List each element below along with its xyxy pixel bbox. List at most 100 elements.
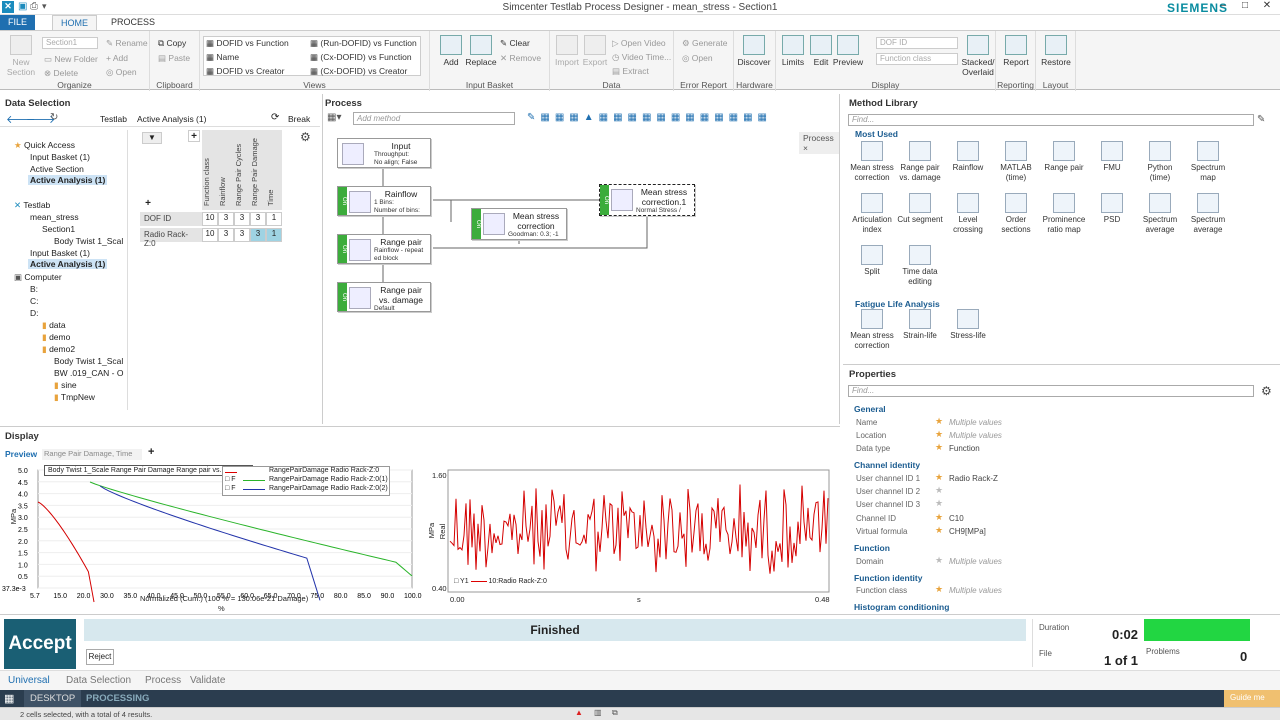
add-column-button[interactable]: +: [188, 130, 200, 142]
prop-value[interactable]: Multiple values: [949, 431, 1002, 440]
tree-item[interactable]: Active Analysis (1): [28, 259, 108, 269]
prop-value[interactable]: CH9[MPa]: [949, 527, 986, 536]
paste-button[interactable]: ▤ Paste: [158, 53, 190, 64]
method-item[interactable]: Order sections: [993, 193, 1039, 235]
rename-button[interactable]: ✎ Rename: [106, 38, 148, 49]
apps-grid-icon[interactable]: ▦: [4, 692, 14, 705]
method-item[interactable]: Split: [849, 245, 895, 277]
grid-cell[interactable]: 10: [202, 228, 218, 242]
col-header[interactable]: Time: [266, 130, 282, 210]
processing-tab[interactable]: PROCESSING: [80, 690, 155, 707]
export-button[interactable]: Export: [578, 35, 612, 67]
new-folder-button[interactable]: ▭ New Folder: [44, 54, 98, 65]
grid-cell[interactable]: 3: [218, 212, 234, 226]
col-header[interactable]: Range Pair Damage: [250, 130, 266, 210]
star-icon[interactable]: ★: [935, 525, 943, 536]
video-time-button[interactable]: ◷ Video Time...: [612, 52, 671, 63]
star-icon[interactable]: ★: [935, 472, 943, 483]
star-icon[interactable]: ★: [935, 416, 943, 427]
tree-item[interactable]: Input Basket (1): [30, 152, 90, 162]
filter-icon[interactable]: ▼: [142, 132, 162, 144]
warning-icon[interactable]: ▲: [575, 708, 583, 717]
tree-item[interactable]: sine: [61, 380, 77, 390]
basket-replace-button[interactable]: Replace: [464, 35, 498, 67]
star-icon[interactable]: ★: [935, 442, 943, 453]
accept-button[interactable]: Accept: [4, 619, 76, 669]
method-item[interactable]: Strain-life: [897, 309, 943, 341]
tree-item[interactable]: Quick Access: [24, 140, 75, 150]
add-display-button[interactable]: +: [148, 446, 154, 458]
method-item[interactable]: Mean stress correction: [849, 141, 895, 183]
view-item-run-dofid-function[interactable]: ▦ (Run-DOFID) vs Function: [310, 38, 417, 49]
section-histogram[interactable]: Histogram conditioning: [854, 602, 949, 612]
method-item[interactable]: Articulation index: [849, 193, 895, 235]
grid-cell-selected[interactable]: 1: [266, 228, 282, 242]
grid-cell[interactable]: 10: [202, 212, 218, 226]
method-item[interactable]: Spectrum average: [1137, 193, 1183, 235]
view-item-cx-dofid-creator[interactable]: ▦ (Cx-DOFID) vs Creator: [310, 66, 407, 77]
col-header[interactable]: Function class: [202, 130, 218, 210]
section-select[interactable]: Section1: [42, 37, 98, 49]
tab-universal[interactable]: Universal: [8, 675, 50, 686]
method-item[interactable]: Python (time): [1137, 141, 1183, 183]
tree-item[interactable]: demo: [49, 332, 70, 342]
section-function[interactable]: Function: [854, 543, 890, 553]
method-item[interactable]: Spectrum map: [1185, 141, 1231, 183]
tree-item[interactable]: C:: [30, 296, 39, 306]
tree-item[interactable]: Body Twist 1_Scal: [54, 236, 123, 246]
breadcrumb-active-analysis[interactable]: Active Analysis (1): [137, 114, 206, 124]
break-button[interactable]: Break: [288, 114, 310, 124]
error-open-button[interactable]: ◎ Open: [682, 53, 713, 64]
method-item[interactable]: Time data editing: [897, 245, 943, 287]
open-video-button[interactable]: ▷ Open Video: [612, 38, 666, 49]
function-class-select[interactable]: Function class: [876, 53, 958, 65]
tree-item[interactable]: BW .019_CAN - O: [54, 368, 123, 378]
star-icon[interactable]: ★: [935, 498, 943, 509]
new-section-button[interactable]: New Section: [4, 35, 38, 77]
breadcrumb-testlab[interactable]: Testlab: [100, 114, 127, 124]
basket-add-button[interactable]: Add: [434, 35, 468, 67]
col-header[interactable]: Rainflow: [218, 130, 234, 210]
section-most-used[interactable]: Most Used: [855, 129, 898, 139]
report-button[interactable]: Report: [999, 35, 1033, 67]
refresh-icon[interactable]: ⟳: [271, 112, 279, 123]
section-channel-identity[interactable]: Channel identity: [854, 460, 920, 470]
preview-button[interactable]: Preview: [831, 35, 865, 67]
grid-cell-selected[interactable]: 3: [250, 228, 266, 242]
view-item-name[interactable]: ▦ Name: [206, 52, 239, 63]
node-rainflow[interactable]: On Rainflow 1 Bins: Number of bins:: [337, 186, 431, 216]
prop-value[interactable]: C10: [949, 514, 964, 523]
row-header[interactable]: DOF ID: [140, 212, 202, 226]
star-icon[interactable]: ★: [935, 584, 943, 595]
extract-button[interactable]: ▤ Extract: [612, 66, 649, 77]
tree-item[interactable]: Active Section: [30, 164, 84, 174]
method-item[interactable]: Range pair: [1041, 141, 1087, 173]
node-range-pair[interactable]: On Range pair Rainflow - repeat ed block: [337, 234, 431, 264]
tree-item[interactable]: Computer: [24, 272, 61, 282]
basket-clear-button[interactable]: ✎ Clear: [500, 38, 530, 49]
properties-search-input[interactable]: Find...: [848, 385, 1254, 397]
restore-button[interactable]: Restore: [1039, 35, 1073, 67]
basket-remove-button[interactable]: ✕ Remove: [500, 53, 541, 64]
add-button[interactable]: + Add: [106, 53, 128, 63]
tab-file[interactable]: FILE: [0, 15, 36, 30]
star-icon[interactable]: ★: [935, 429, 943, 440]
tree-item[interactable]: TmpNew: [61, 392, 95, 402]
method-item[interactable]: Level crossing: [945, 193, 991, 235]
grid-cell[interactable]: 1: [266, 212, 282, 226]
method-item[interactable]: MATLAB (time): [993, 141, 1039, 183]
view-item-dofid-creator[interactable]: ▦ DOFID vs Creator: [206, 66, 284, 77]
desktop-tab[interactable]: DESKTOP: [24, 690, 82, 707]
guide-me-button[interactable]: Guide me: [1224, 690, 1280, 707]
section-fatigue[interactable]: Fatigue Life Analysis: [855, 299, 940, 309]
grid-settings-icon[interactable]: ⚙: [300, 130, 311, 144]
tab-validate[interactable]: Validate: [190, 675, 225, 686]
tree-item[interactable]: mean_stress: [30, 212, 79, 222]
node-on-toggle[interactable]: On: [338, 187, 347, 215]
node-mean-stress-1[interactable]: On Mean stress correction.1 Normal Stres…: [599, 184, 695, 216]
node-on-toggle[interactable]: On: [338, 235, 347, 263]
properties-settings-icon[interactable]: ⚙: [1261, 384, 1272, 398]
method-search-input[interactable]: Find...: [848, 114, 1254, 126]
tree-item[interactable]: data: [49, 320, 66, 330]
wrench-icon[interactable]: ✎: [1257, 114, 1265, 125]
